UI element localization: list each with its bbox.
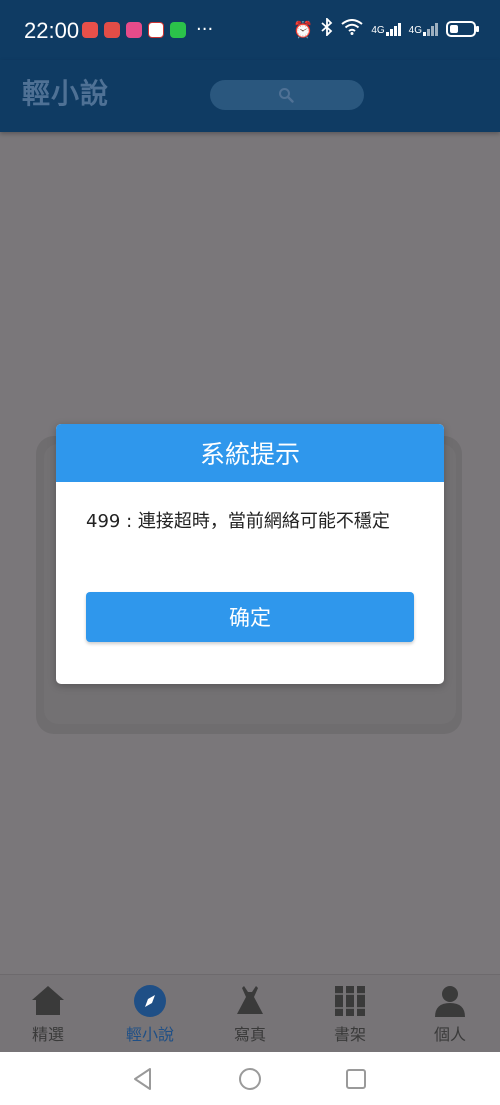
tab-label: 書架 bbox=[333, 1025, 366, 1044]
confirm-button[interactable]: 确定 bbox=[86, 592, 414, 642]
system-nav-bar bbox=[0, 1052, 500, 1105]
back-icon[interactable] bbox=[130, 1066, 156, 1092]
compass-icon bbox=[134, 985, 166, 1017]
red-app-icon-2 bbox=[104, 22, 120, 38]
pink-app-icon bbox=[126, 22, 142, 38]
network-type-1: 4G bbox=[371, 24, 385, 36]
status-bar: 22:00 ··· ⏰ 4G 4G bbox=[0, 0, 500, 60]
app-bar: 輕小說 bbox=[0, 60, 500, 132]
tab-label: 精選 bbox=[31, 1025, 64, 1044]
tab-label: 寫真 bbox=[233, 1025, 266, 1044]
bookshelf-icon bbox=[335, 986, 365, 1016]
recents-icon[interactable] bbox=[343, 1066, 369, 1092]
tab-label: 輕小說 bbox=[125, 1025, 174, 1044]
alarm-icon: ⏰ bbox=[293, 19, 314, 39]
search-icon bbox=[279, 88, 294, 103]
notification-icons: ··· bbox=[82, 19, 214, 40]
tab-bookshelf[interactable]: 書架 bbox=[310, 983, 390, 1049]
wifi-icon bbox=[341, 19, 363, 39]
bluetooth-icon bbox=[321, 16, 333, 40]
app-title: 輕小說 bbox=[22, 77, 110, 110]
signal-1-icon: 4G bbox=[371, 22, 401, 36]
more-notifications-icon: ··· bbox=[196, 19, 214, 40]
red-app-icon bbox=[82, 22, 98, 38]
screen: 22:00 ··· ⏰ 4G 4G 輕小說 系統提示 499: 連接超時，當前… bbox=[0, 0, 500, 1105]
bank-app-icon bbox=[148, 22, 164, 38]
wechat-icon bbox=[170, 22, 186, 38]
dialog-message: 499 : 連接超時，當前網絡可能不穩定 bbox=[86, 511, 390, 532]
home-nav-icon[interactable] bbox=[237, 1066, 263, 1092]
dialog-title: 系統提示 bbox=[56, 424, 444, 482]
home-icon bbox=[32, 986, 64, 1015]
tab-label: 個人 bbox=[433, 1025, 466, 1044]
dress-icon bbox=[237, 986, 263, 1014]
tab-profile[interactable]: 個人 bbox=[410, 983, 490, 1049]
signal-2-icon: 4G bbox=[408, 22, 438, 36]
status-right: ⏰ 4G 4G bbox=[293, 16, 479, 40]
battery-icon bbox=[446, 21, 479, 37]
tab-photo[interactable]: 寫真 bbox=[210, 983, 290, 1049]
status-time: 22:00 bbox=[24, 18, 80, 43]
tab-featured[interactable]: 精選 bbox=[8, 983, 88, 1049]
person-icon bbox=[435, 986, 465, 1017]
search-box[interactable] bbox=[210, 80, 364, 110]
bottom-tab-bar: 精選 輕小說 寫真 書架 個人 bbox=[0, 974, 500, 1053]
network-type-2: 4G bbox=[408, 24, 422, 36]
tab-light-novel[interactable]: 輕小說 bbox=[110, 983, 190, 1049]
alert-dialog: 系統提示 499 : 連接超時，當前網絡可能不穩定 确定 bbox=[56, 424, 444, 684]
